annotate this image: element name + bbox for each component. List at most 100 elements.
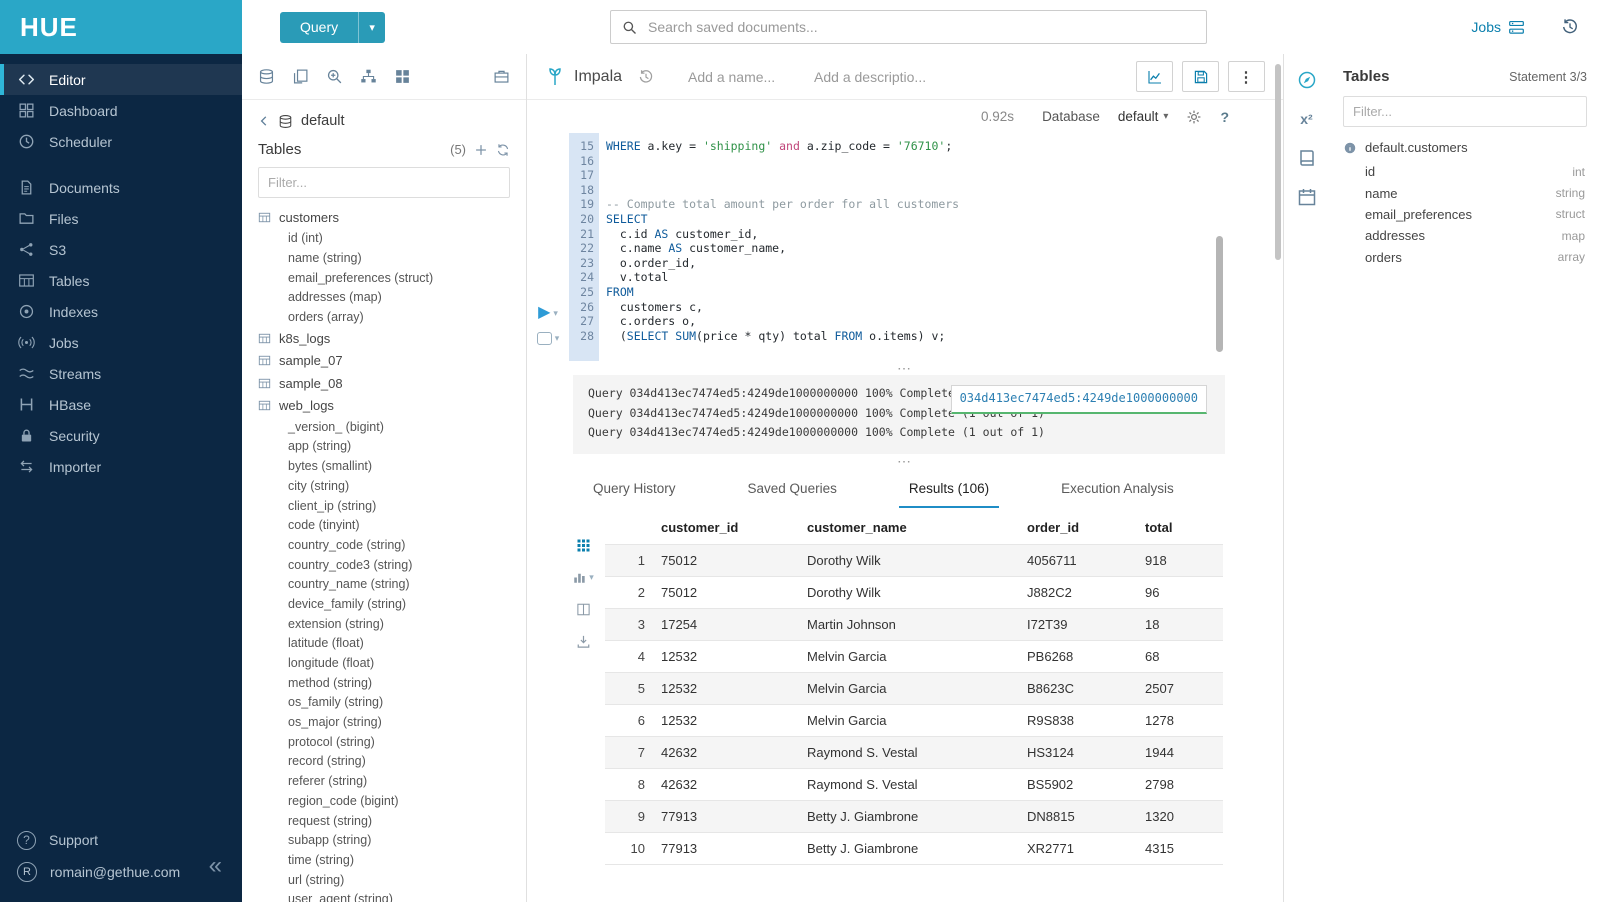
tab-execution-analysis[interactable]: Execution Analysis xyxy=(1051,481,1184,508)
table-row[interactable]: 1077913Betty J. GiambroneXR27714315 xyxy=(605,833,1223,865)
assist-table-customers[interactable]: customers xyxy=(258,206,526,229)
sidebar-item-hbase[interactable]: HBase xyxy=(0,389,242,420)
sidebar-item-s3[interactable]: S3 xyxy=(0,234,242,265)
assist-table-k8s_logs[interactable]: k8s_logs xyxy=(258,327,526,350)
sidebar-item-streams[interactable]: Streams xyxy=(0,358,242,389)
code-line[interactable]: v.total xyxy=(606,270,1283,285)
briefcase-icon[interactable] xyxy=(493,68,510,85)
assist-table-sample_08[interactable]: sample_08 xyxy=(258,372,526,395)
assist-column[interactable]: orders (array) xyxy=(258,307,526,327)
documents-copy-icon[interactable] xyxy=(292,68,309,85)
results-download-button[interactable] xyxy=(576,634,591,649)
tab-query-history[interactable]: Query History xyxy=(583,481,686,508)
chart-button[interactable] xyxy=(1136,61,1173,92)
table-row[interactable]: 317254Martin JohnsonI72T3918 xyxy=(605,609,1223,641)
editor-scrollbar[interactable] xyxy=(1216,236,1223,352)
right-column-name[interactable]: namestring xyxy=(1343,182,1587,203)
table-row[interactable]: 612532Melvin GarciaR9S8381278 xyxy=(605,705,1223,737)
assist-column[interactable]: user_agent (string) xyxy=(258,889,526,902)
more-options-button[interactable]: ⋮ xyxy=(1228,61,1265,92)
sidebar-item-dashboard[interactable]: Dashboard xyxy=(0,95,242,126)
right-column-orders[interactable]: ordersarray xyxy=(1343,247,1587,268)
functions-icon[interactable]: x² xyxy=(1297,109,1317,129)
column-header[interactable]: customer_name xyxy=(799,510,1019,545)
assist-column[interactable]: client_ip (string) xyxy=(258,496,526,516)
sidebar-item-user[interactable]: R romain@gethue.com xyxy=(0,856,242,888)
assist-column[interactable]: longitude (float) xyxy=(258,653,526,673)
assist-column[interactable]: subapp (string) xyxy=(258,830,526,850)
explore-icon[interactable] xyxy=(1297,70,1317,90)
breadcrumb-database[interactable]: default xyxy=(301,113,345,129)
assist-column[interactable]: device_family (string) xyxy=(258,594,526,614)
assist-column[interactable]: extension (string) xyxy=(258,614,526,634)
right-column-id[interactable]: idint xyxy=(1343,161,1587,182)
table-row[interactable]: 512532Melvin GarciaB8623C2507 xyxy=(605,673,1223,705)
assist-column[interactable]: referer (string) xyxy=(258,771,526,791)
assist-column[interactable]: request (string) xyxy=(258,811,526,831)
right-column-addresses[interactable]: addressesmap xyxy=(1343,225,1587,246)
assist-column[interactable]: time (string) xyxy=(258,850,526,870)
results-columns-button[interactable] xyxy=(576,602,591,617)
code-line[interactable]: customers c, xyxy=(606,300,1283,315)
assist-column[interactable]: country_code3 (string) xyxy=(258,555,526,575)
code-line[interactable]: SELECT xyxy=(606,212,1283,227)
refresh-icon[interactable] xyxy=(496,143,510,157)
assist-table-web_logs[interactable]: web_logs xyxy=(258,394,526,417)
results-grid-button[interactable] xyxy=(576,538,591,553)
table-row[interactable]: 977913Betty J. GiambroneDN88151320 xyxy=(605,801,1223,833)
right-table-item[interactable]: default.customers xyxy=(1343,135,1587,161)
tab-results-106[interactable]: Results (106) xyxy=(899,481,999,508)
table-row[interactable]: 275012Dorothy WilkJ882C296 xyxy=(605,577,1223,609)
assist-filter-input[interactable] xyxy=(258,167,510,198)
query-dropdown-caret[interactable]: ▾ xyxy=(358,12,385,43)
sidebar-item-security[interactable]: Security xyxy=(0,420,242,451)
sidebar-item-support[interactable]: ? Support xyxy=(0,824,242,856)
code-line[interactable]: o.order_id, xyxy=(606,256,1283,271)
sidebar-item-importer[interactable]: Importer xyxy=(0,451,242,482)
jobs-link[interactable]: Jobs xyxy=(1471,19,1525,36)
assist-column[interactable]: id (int) xyxy=(258,229,526,249)
assist-column[interactable]: latitude (float) xyxy=(258,634,526,654)
assist-column[interactable]: os_major (string) xyxy=(258,712,526,732)
sidebar-item-documents[interactable]: Documents xyxy=(0,172,242,203)
schedule-icon[interactable] xyxy=(1297,187,1317,207)
query-name-input[interactable] xyxy=(686,68,794,86)
results-chart-button[interactable]: ▾ xyxy=(572,570,594,585)
sql-code[interactable]: WHERE a.key = 'shipping' and a.zip_code … xyxy=(599,133,1283,361)
assist-table-sample_07[interactable]: sample_07 xyxy=(258,349,526,372)
save-button[interactable] xyxy=(1182,61,1219,92)
table-row[interactable]: 412532Melvin GarciaPB626868 xyxy=(605,641,1223,673)
databases-icon[interactable] xyxy=(258,68,275,85)
table-row[interactable]: 842632Raymond S. VestalBS59022798 xyxy=(605,769,1223,801)
table-row[interactable]: 742632Raymond S. VestalHS31241944 xyxy=(605,737,1223,769)
gear-icon[interactable] xyxy=(1186,109,1202,125)
sidebar-item-tables[interactable]: Tables xyxy=(0,265,242,296)
chevron-left-icon[interactable] xyxy=(258,115,270,127)
assist-column[interactable]: email_preferences (struct) xyxy=(258,268,526,288)
assist-column[interactable]: os_family (string) xyxy=(258,693,526,713)
code-line[interactable]: c.id AS customer_id, xyxy=(606,227,1283,242)
assist-column[interactable]: name (string) xyxy=(258,248,526,268)
code-line[interactable]: WHERE a.key = 'shipping' and a.zip_code … xyxy=(606,139,1283,154)
code-line[interactable]: -- Compute total amount per order for al… xyxy=(606,197,1283,212)
resize-handle-top[interactable]: ⋯ xyxy=(527,361,1283,375)
code-line[interactable]: c.orders o, xyxy=(606,314,1283,329)
assist-column[interactable]: url (string) xyxy=(258,870,526,890)
code-line[interactable] xyxy=(606,168,1283,183)
sidebar-item-jobs[interactable]: Jobs xyxy=(0,327,242,358)
sidebar-collapse-button[interactable]: « xyxy=(209,854,222,878)
query-history-icon[interactable] xyxy=(638,69,654,85)
language-docs-icon[interactable] xyxy=(1297,148,1317,168)
column-header[interactable] xyxy=(605,510,653,545)
apps-grid-icon[interactable] xyxy=(394,68,411,85)
database-selector[interactable]: default ▾ xyxy=(1118,109,1169,124)
global-search[interactable] xyxy=(610,10,1207,44)
right-filter-input[interactable] xyxy=(1343,96,1587,127)
column-header[interactable]: order_id xyxy=(1019,510,1137,545)
assist-column[interactable]: _version_ (bigint) xyxy=(258,417,526,437)
assist-column[interactable]: region_code (bigint) xyxy=(258,791,526,811)
assist-column[interactable]: bytes (smallint) xyxy=(258,456,526,476)
query-id-tooltip[interactable]: 034d413ec7474ed5:4249de1000000000 xyxy=(951,385,1207,414)
assist-column[interactable]: method (string) xyxy=(258,673,526,693)
code-line[interactable]: (SELECT SUM(price * qty) total FROM o.it… xyxy=(606,329,1283,344)
